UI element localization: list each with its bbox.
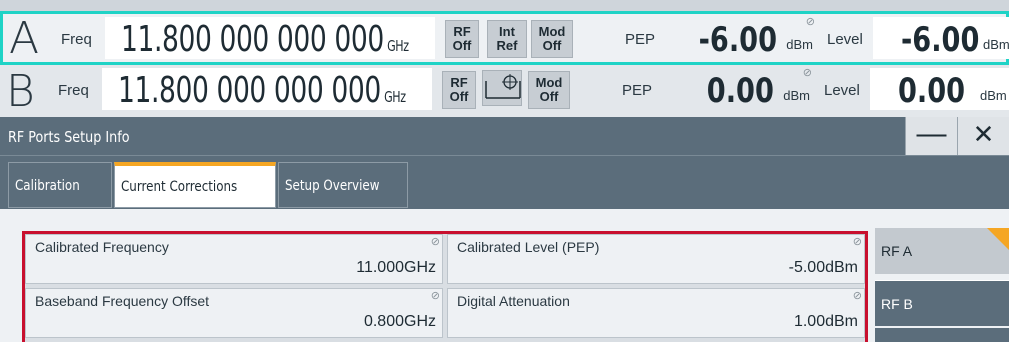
- path-b-pep-display: 0.00 dBm ⊘: [656, 67, 814, 111]
- path-a-mod-line2: Off: [542, 38, 562, 53]
- calibrated-level-value: -5.00dBm: [788, 259, 858, 276]
- not-editable-icon: ⊘: [852, 236, 862, 248]
- calibrated-level-field: Calibrated Level (PEP) -5.00dBm ⊘: [447, 234, 865, 284]
- side-item-next[interactable]: [875, 328, 1009, 342]
- path-a-pep-label: PEP: [625, 31, 656, 48]
- reference-crosshair-icon: [485, 74, 521, 99]
- path-a-level-value: -6.00: [901, 20, 980, 59]
- path-a-status-row: A Freq 11.800 000 000 000 GHz RF Off Int …: [0, 11, 1009, 65]
- path-b-pep-value: 0.00: [706, 71, 774, 111]
- path-b-pep-label: PEP: [622, 82, 653, 99]
- path-b-mod-line1: Mod: [535, 75, 563, 90]
- calibrated-frequency-label: Calibrated Frequency: [35, 239, 169, 255]
- path-a-level-unit: dBm: [983, 37, 1009, 52]
- path-b-level-unit: dBm: [980, 88, 1007, 103]
- calibrated-level-label: Calibrated Level (PEP): [457, 239, 600, 255]
- path-a-rf-line1: RF: [453, 24, 471, 39]
- path-a-ref-line1: Int: [499, 24, 515, 39]
- path-b-level-value: 0.00: [898, 71, 966, 110]
- path-a-mod-toggle[interactable]: Mod Off: [531, 20, 573, 58]
- path-a-level-label: Level: [827, 31, 863, 48]
- corrections-panel: Calibrated Frequency 11.000GHz ⊘ Calibra…: [22, 231, 868, 342]
- path-a-level-field[interactable]: -6.00 dBm: [873, 17, 1009, 59]
- minimize-button[interactable]: —: [905, 117, 957, 155]
- baseband-frequency-offset-field: Baseband Frequency Offset 0.800GHz ⊘: [25, 288, 443, 338]
- path-a-rf-line2: Off: [452, 38, 472, 53]
- path-b-level-field[interactable]: 0.00 dBm: [870, 68, 1009, 110]
- path-a-pep-value: -6.00: [698, 20, 777, 60]
- dialog-title-bar: RF Ports Setup Info — ✕: [0, 117, 1009, 155]
- not-editable-icon: ⊘: [805, 16, 815, 28]
- path-a-letter: A: [9, 13, 40, 64]
- path-b-freq-label: Freq: [58, 82, 89, 99]
- path-b-letter: B: [6, 66, 35, 117]
- path-a-freq-field[interactable]: 11.800 000 000 000 GHz: [105, 17, 435, 60]
- path-b-freq-value-wrap: 11.800 000 000 000 GHz: [118, 70, 406, 111]
- tab-bar: Calibration Current Corrections Setup Ov…: [0, 155, 1009, 209]
- tab-setup-overview[interactable]: Setup Overview: [278, 162, 408, 208]
- side-item-rf-a-label: RF A: [881, 243, 913, 259]
- digital-attenuation-value: 1.00dBm: [793, 313, 858, 330]
- side-item-rf-a[interactable]: RF A: [875, 228, 1009, 274]
- tab-current-corrections[interactable]: Current Corrections: [114, 162, 276, 208]
- path-b-status-row: B Freq 11.800 000 000 000 GHz RF Off Mod …: [0, 65, 1009, 117]
- path-b-freq-unit: GHz: [384, 88, 406, 106]
- path-b-pep-unit: dBm: [783, 88, 810, 103]
- baseband-frequency-offset-value: 0.800GHz: [363, 313, 436, 330]
- path-a-freq-unit: GHz: [387, 37, 409, 55]
- path-a-rf-toggle[interactable]: RF Off: [445, 20, 479, 58]
- close-icon: ✕: [972, 119, 995, 149]
- path-b-rf-line2: Off: [449, 89, 469, 104]
- tab-calibration-label: Calibration: [15, 178, 80, 194]
- digital-attenuation-field: Digital Attenuation 1.00dBm ⊘: [447, 288, 865, 338]
- path-b-freq-field[interactable]: 11.800 000 000 000 GHz: [102, 68, 432, 111]
- path-b-rf-line1: RF: [450, 75, 468, 90]
- path-b-level-label: Level: [824, 82, 860, 99]
- close-button[interactable]: ✕: [957, 117, 1009, 155]
- not-editable-icon: ⊘: [430, 290, 440, 302]
- tab-calibration[interactable]: Calibration: [8, 162, 112, 208]
- side-item-rf-b[interactable]: RF B: [875, 280, 1009, 326]
- not-editable-icon: ⊘: [430, 236, 440, 248]
- calibrated-frequency-value: 11.000GHz: [356, 259, 436, 276]
- side-item-rf-b-label: RF B: [881, 296, 913, 312]
- calibrated-frequency-field: Calibrated Frequency 11.000GHz ⊘: [25, 234, 443, 284]
- path-b-mod-toggle[interactable]: Mod Off: [528, 71, 570, 109]
- path-a-freq-label: Freq: [61, 31, 92, 48]
- tab-current-corrections-label: Current Corrections: [121, 179, 238, 195]
- not-editable-icon: ⊘: [802, 67, 812, 79]
- digital-attenuation-label: Digital Attenuation: [457, 293, 570, 309]
- tab-setup-overview-label: Setup Overview: [285, 178, 380, 194]
- minimize-icon: —: [916, 117, 947, 150]
- reference-icon[interactable]: [482, 70, 522, 106]
- selected-corner-marker: [987, 228, 1009, 250]
- path-b-freq-value: 11.800 000 000 000: [118, 70, 381, 111]
- path-a-freq-value-wrap: 11.800 000 000 000 GHz: [121, 19, 409, 60]
- path-a-mod-line1: Mod: [538, 24, 566, 39]
- path-a-ref-line2: Ref: [496, 38, 518, 53]
- path-b-mod-line2: Off: [539, 89, 559, 104]
- not-editable-icon: ⊘: [852, 290, 862, 302]
- dialog-title: RF Ports Setup Info: [8, 128, 130, 146]
- app-window: A Freq 11.800 000 000 000 GHz RF Off Int …: [0, 0, 1009, 342]
- path-a-pep-unit: dBm: [786, 37, 813, 52]
- path-a-freq-value: 11.800 000 000 000: [121, 19, 384, 60]
- path-a-pep-display: -6.00 dBm ⊘: [659, 16, 817, 60]
- corrections-content: Calibrated Frequency 11.000GHz ⊘ Calibra…: [0, 209, 1009, 342]
- path-a-ref-toggle[interactable]: Int Ref: [487, 20, 527, 58]
- path-b-rf-toggle[interactable]: RF Off: [442, 71, 476, 109]
- baseband-frequency-offset-label: Baseband Frequency Offset: [35, 293, 210, 309]
